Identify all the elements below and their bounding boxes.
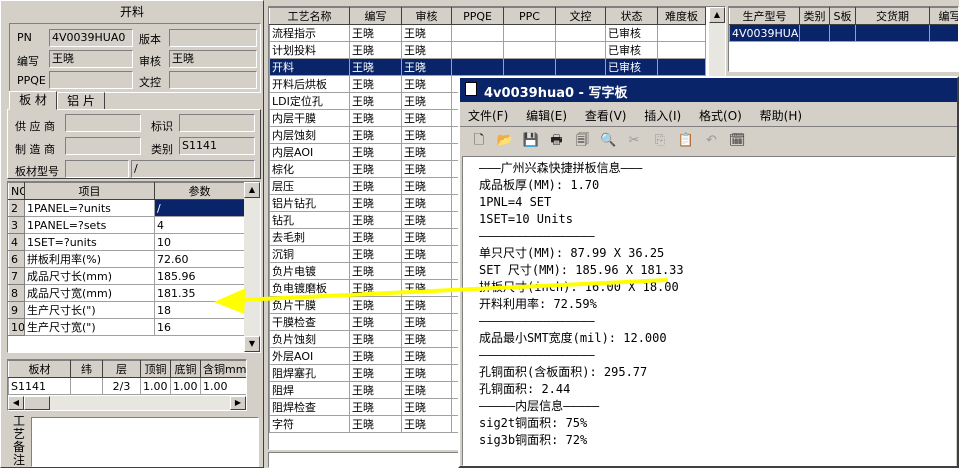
- annotation-arrow: [214, 278, 669, 314]
- arrow-head-icon: [214, 288, 246, 314]
- arrow-shaft: [239, 278, 669, 302]
- tab-board-material[interactable]: 板 材: [9, 91, 57, 110]
